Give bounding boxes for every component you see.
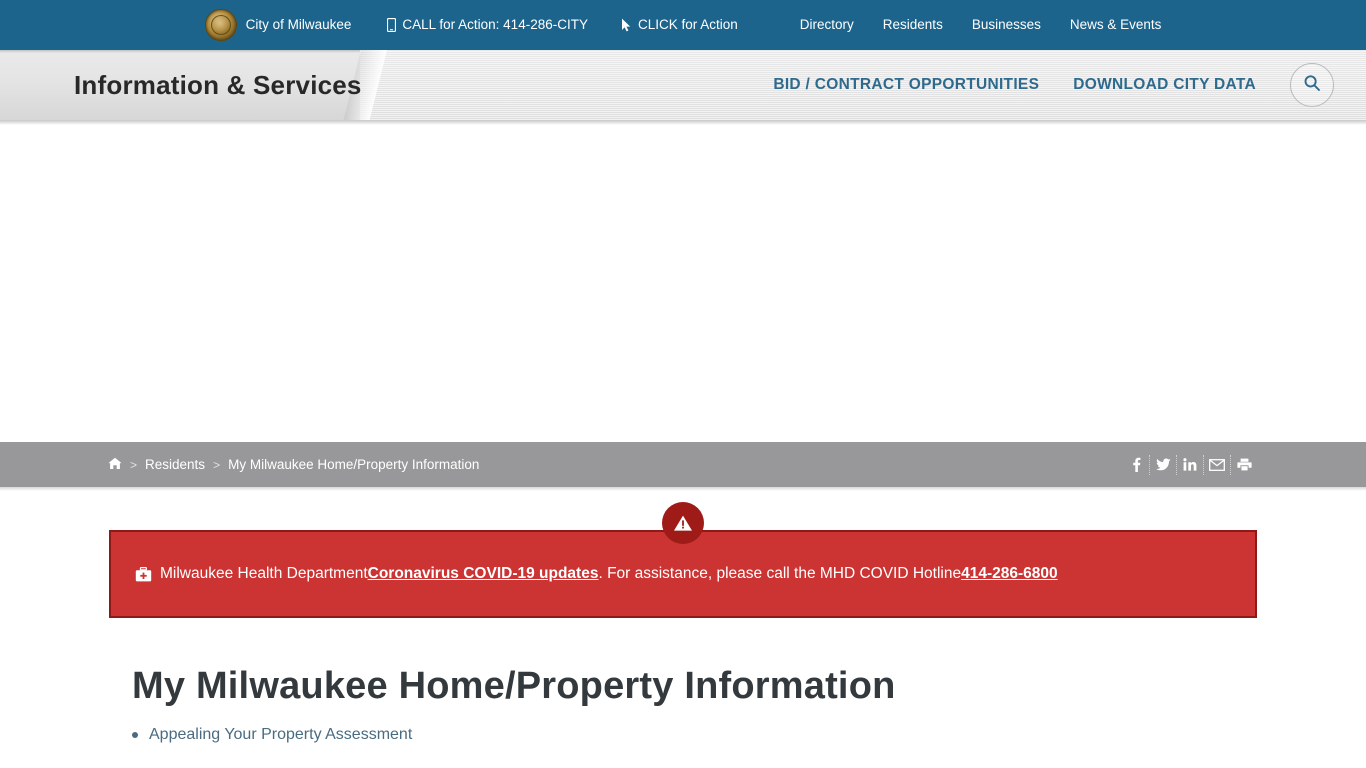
print-icon[interactable] <box>1231 455 1258 475</box>
top-nav-label: News & Events <box>1069 17 1162 33</box>
top-nav-label: Residents <box>882 17 943 33</box>
main-content: My Milwaukee Home/Property Information A… <box>132 665 1257 744</box>
top-nav-label: Businesses <box>971 17 1041 33</box>
breadcrumb-dropshadow <box>0 487 1366 491</box>
mobile-phone-icon <box>387 18 397 32</box>
click-for-action-link[interactable]: CLICK for Action <box>621 18 738 32</box>
breadcrumb: > Residents > My Milwaukee Home/Property… <box>108 457 479 473</box>
site-header: Information & Services BID / CONTRACT OP… <box>0 50 1366 120</box>
call-for-action-label: CALL for Action: 414-286-CITY <box>402 17 588 33</box>
twitter-icon[interactable] <box>1150 454 1177 475</box>
top-nav-item-residents[interactable]: Residents <box>883 18 943 32</box>
download-city-data-link[interactable]: DOWNLOAD CITY DATA <box>1073 76 1256 94</box>
facebook-icon[interactable] <box>1123 454 1150 475</box>
email-icon[interactable] <box>1204 454 1231 475</box>
covid-alert-text: Milwaukee Health Department Coronavirus … <box>135 565 1058 584</box>
list-item: Appealing Your Property Assessment <box>132 726 1257 744</box>
bullet-icon <box>132 732 138 738</box>
top-nav-label: Directory <box>799 17 854 33</box>
breadcrumb-item-residents[interactable]: Residents <box>145 457 205 472</box>
top-utility-bar-inner: City of Milwaukee CALL for Action: 414-2… <box>204 0 1162 50</box>
brand-link[interactable]: City of Milwaukee <box>246 18 352 32</box>
top-nav-item-directory[interactable]: Directory <box>800 18 854 32</box>
link-appealing-your-property-assessment[interactable]: Appealing Your Property Assessment <box>149 726 412 744</box>
social-share-bar <box>1123 454 1258 475</box>
linkedin-icon[interactable] <box>1177 454 1204 475</box>
covid-updates-link[interactable]: Coronavirus COVID-19 updates <box>368 565 599 584</box>
cursor-pointer-icon <box>621 18 632 32</box>
breadcrumb-bar: > Residents > My Milwaukee Home/Property… <box>0 442 1366 487</box>
medical-kit-icon <box>135 566 152 582</box>
brand-label: City of Milwaukee <box>245 17 352 33</box>
top-utility-bar: City of Milwaukee CALL for Action: 414-2… <box>0 0 1366 50</box>
header-links: BID / CONTRACT OPPORTUNITIES DOWNLOAD CI… <box>773 63 1334 107</box>
top-nav-item-news-events[interactable]: News & Events <box>1070 18 1162 32</box>
page-site-title: Information & Services <box>74 69 362 100</box>
covid-alert-text-before: Milwaukee Health Department <box>160 564 368 582</box>
breadcrumb-separator: > <box>130 457 138 472</box>
breadcrumb-separator: > <box>213 457 221 472</box>
top-nav-item-businesses[interactable]: Businesses <box>972 18 1041 32</box>
city-seal-icon <box>204 9 237 41</box>
bid-contract-opportunities-link[interactable]: BID / CONTRACT OPPORTUNITIES <box>773 76 1039 94</box>
hero-banner-area <box>0 125 1366 442</box>
call-for-action-link[interactable]: CALL for Action: 414-286-CITY <box>387 18 588 32</box>
covid-hotline-phone-link[interactable]: 414-286-6800 <box>961 565 1058 584</box>
home-icon <box>108 457 122 473</box>
related-links-list: Appealing Your Property Assessment <box>132 726 1257 744</box>
covid-alert: Milwaukee Health Department Coronavirus … <box>109 502 1257 618</box>
warning-triangle-icon <box>662 502 704 544</box>
breadcrumb-home-link[interactable] <box>108 457 122 473</box>
search-button[interactable] <box>1290 63 1334 107</box>
page-title: My Milwaukee Home/Property Information <box>132 665 896 707</box>
search-icon <box>1303 74 1321 97</box>
click-for-action-label: CLICK for Action <box>637 17 738 33</box>
covid-alert-text-middle: . For assistance, please call the MHD CO… <box>598 564 962 582</box>
breadcrumb-item-current: My Milwaukee Home/Property Information <box>228 457 480 472</box>
top-nav: Directory Residents Businesses News & Ev… <box>771 18 1162 32</box>
